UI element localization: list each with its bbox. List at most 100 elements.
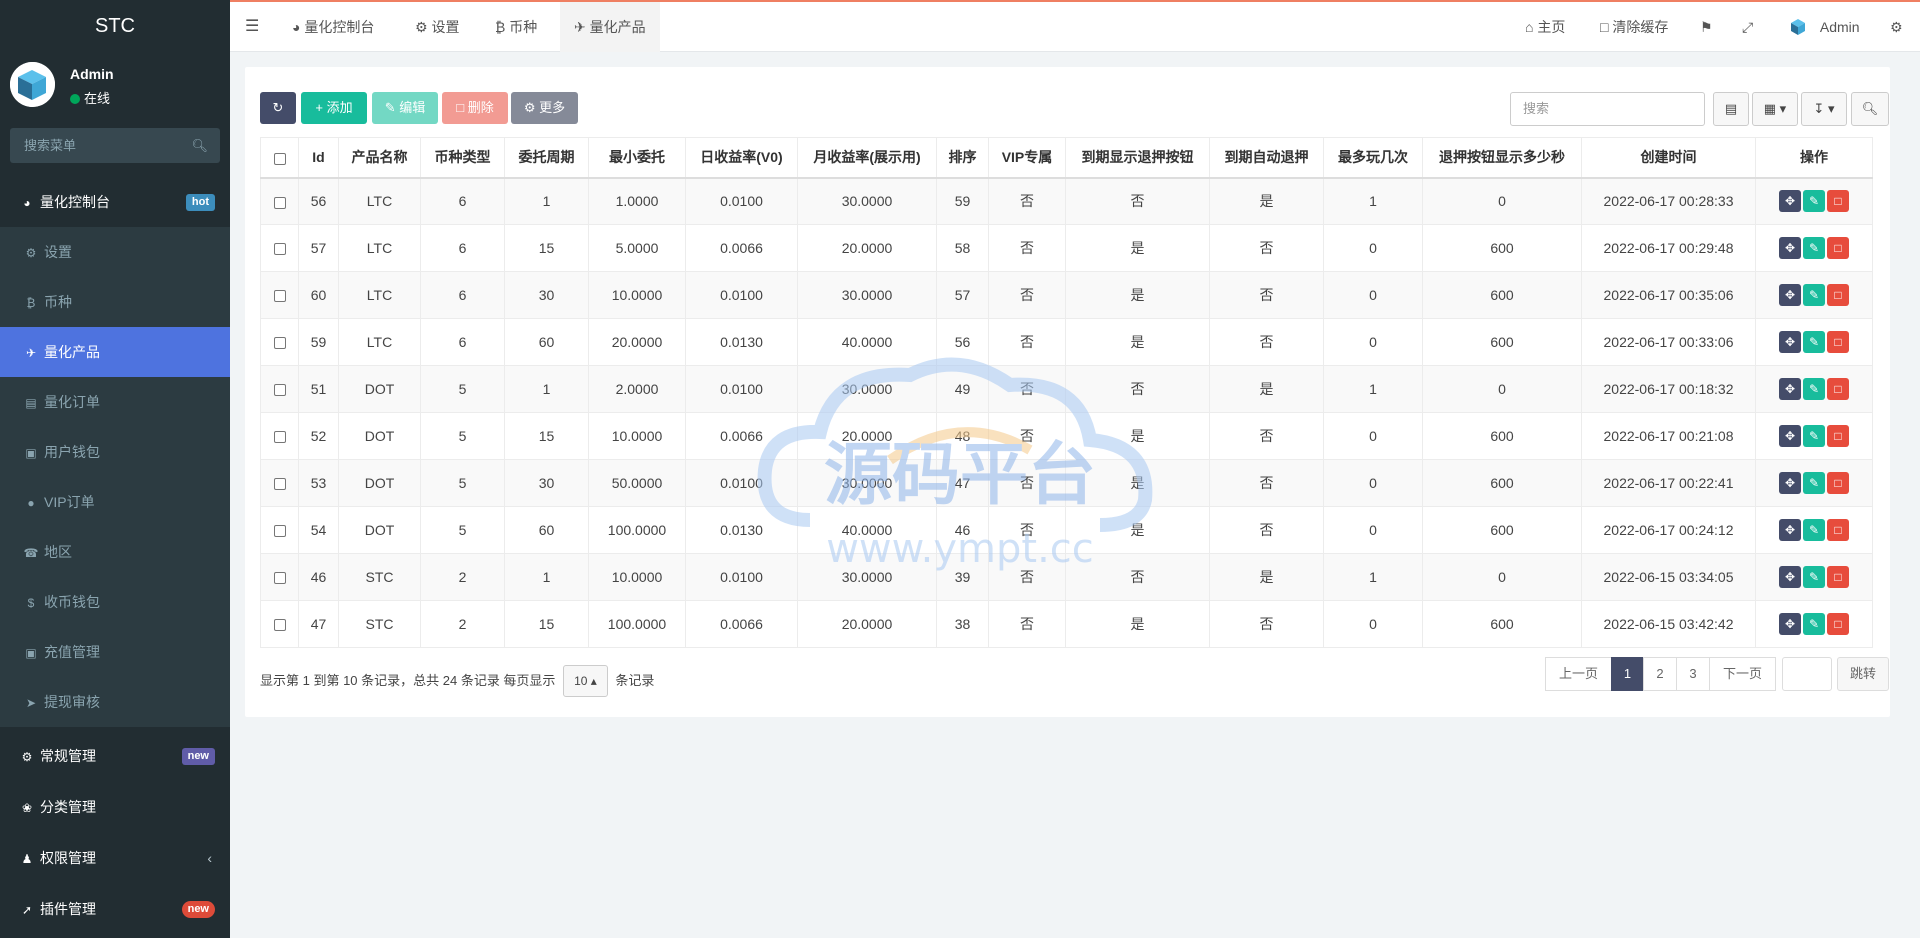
table-row[interactable]: 60 LTC 6 30 10.0000 0.0100 30.0000 57 否是否 0 600 202… bbox=[260, 271, 1873, 319]
delete-trash-icon[interactable]: □ bbox=[1827, 237, 1849, 259]
settings-cogs-icon[interactable]: ⚙ bbox=[1890, 2, 1903, 52]
page-size-select[interactable]: 10 ▴ bbox=[563, 665, 608, 697]
col-created-at[interactable]: 创建时间 bbox=[1581, 137, 1756, 179]
drag-move-icon[interactable]: ✥ bbox=[1779, 237, 1801, 259]
next-page-button[interactable]: 下一页 bbox=[1709, 657, 1776, 691]
app-logo[interactable]: STC bbox=[0, 0, 230, 50]
delete-trash-icon[interactable]: □ bbox=[1827, 613, 1849, 635]
edit-pencil-icon[interactable]: ✎ bbox=[1803, 331, 1825, 353]
row-checkbox-cell[interactable] bbox=[260, 271, 299, 319]
sidebar-item-quant-products[interactable]: ✈ 量化产品 bbox=[0, 327, 230, 377]
drag-move-icon[interactable]: ✥ bbox=[1779, 566, 1801, 588]
col-vip[interactable]: VIP专属 bbox=[988, 137, 1066, 179]
row-checkbox-cell[interactable] bbox=[260, 365, 299, 413]
sidebar-item-currency[interactable]: ₿ 币种 bbox=[0, 277, 230, 327]
col-auto-refund[interactable]: 到期自动退押 bbox=[1209, 137, 1324, 179]
menu-toggle-icon[interactable]: ☰ bbox=[245, 2, 259, 52]
edit-pencil-icon[interactable]: ✎ bbox=[1803, 237, 1825, 259]
page-2-button[interactable]: 2 bbox=[1643, 657, 1677, 691]
row-checkbox-cell[interactable] bbox=[260, 553, 299, 601]
tab-quant-products[interactable]: ✈ 量化产品 bbox=[560, 2, 660, 52]
clear-cache-button[interactable]: □ 清除缓存 bbox=[1600, 2, 1668, 52]
sidebar-item-plugins[interactable]: ➚ 插件管理 new bbox=[0, 884, 230, 934]
edit-pencil-icon[interactable]: ✎ bbox=[1803, 190, 1825, 213]
edit-pencil-icon[interactable]: ✎ bbox=[1803, 378, 1825, 400]
col-monthly-rate[interactable]: 月收益率(展示用) bbox=[797, 137, 937, 179]
select-all-checkbox[interactable] bbox=[273, 152, 286, 165]
prev-page-button[interactable]: 上一页 bbox=[1545, 657, 1612, 691]
delete-trash-icon[interactable]: □ bbox=[1827, 566, 1849, 588]
jump-button[interactable]: 跳转 bbox=[1837, 657, 1889, 691]
row-checkbox[interactable] bbox=[273, 384, 286, 397]
delete-trash-icon[interactable]: □ bbox=[1827, 425, 1849, 447]
drag-move-icon[interactable]: ✥ bbox=[1779, 331, 1801, 353]
delete-trash-icon[interactable]: □ bbox=[1827, 472, 1849, 494]
col-product-name[interactable]: 产品名称 bbox=[338, 137, 421, 179]
col-id[interactable]: Id bbox=[298, 137, 339, 179]
tab-currency[interactable]: ₿ 币种 bbox=[483, 2, 549, 52]
jump-page-input[interactable] bbox=[1782, 657, 1832, 691]
sidebar-item-permissions[interactable]: ♟ 权限管理 ‹ bbox=[0, 833, 230, 883]
fullscreen-icon[interactable]: ⤢ bbox=[1742, 2, 1753, 52]
table-row[interactable]: 51 DOT 5 1 2.0000 0.0100 30.0000 49 否否是 1 0 2022-06… bbox=[260, 365, 1873, 413]
sidebar-item-general[interactable]: ⚙ 常规管理 new bbox=[0, 731, 230, 781]
row-checkbox[interactable] bbox=[273, 337, 286, 350]
table-row[interactable]: 56 LTC 6 1 1.0000 0.0100 30.0000 59 否否是 1 0 2022-06… bbox=[260, 177, 1873, 225]
edit-pencil-icon[interactable]: ✎ bbox=[1803, 566, 1825, 588]
table-row[interactable]: 54 DOT 5 60 100.0000 0.0130 40.0000 46 否是否 0 600 20… bbox=[260, 506, 1873, 554]
page-1-button[interactable]: 1 bbox=[1611, 657, 1644, 691]
delete-trash-icon[interactable]: □ bbox=[1827, 378, 1849, 400]
user-menu[interactable]: Admin bbox=[1788, 2, 1860, 52]
toggle-view-button[interactable]: ▤ bbox=[1713, 92, 1749, 126]
sidebar-item-receive-wallet[interactable]: $ 收币钱包 bbox=[0, 577, 230, 627]
delete-button[interactable]: □ 删除 bbox=[442, 92, 508, 124]
row-checkbox[interactable] bbox=[273, 572, 286, 585]
sidebar-item-dashboard[interactable]: ◕ 量化控制台 hot bbox=[0, 177, 230, 227]
edit-pencil-icon[interactable]: ✎ bbox=[1803, 519, 1825, 541]
col-show-refund[interactable]: 到期显示退押按钮 bbox=[1065, 137, 1210, 179]
drag-move-icon[interactable]: ✥ bbox=[1779, 519, 1801, 541]
col-min-amount[interactable]: 最小委托 bbox=[588, 137, 686, 179]
sidebar-item-quant-orders[interactable]: ▤ 量化订单 bbox=[0, 377, 230, 427]
col-refund-seconds[interactable]: 退押按钮显示多少秒 bbox=[1422, 137, 1582, 179]
export-button[interactable]: ↧ ▾ bbox=[1801, 92, 1847, 126]
row-checkbox-cell[interactable] bbox=[260, 459, 299, 507]
home-link[interactable]: ⌂ 主页 bbox=[1525, 2, 1565, 52]
table-row[interactable]: 47 STC 2 15 100.0000 0.0066 20.0000 38 否是否 0 600 20… bbox=[260, 600, 1873, 648]
edit-pencil-icon[interactable]: ✎ bbox=[1803, 425, 1825, 447]
table-row[interactable]: 53 DOT 5 30 50.0000 0.0100 30.0000 47 否是否 0 600 202… bbox=[260, 459, 1873, 507]
select-all-checkbox-cell[interactable] bbox=[260, 137, 299, 179]
row-checkbox[interactable] bbox=[273, 290, 286, 303]
delete-trash-icon[interactable]: □ bbox=[1827, 190, 1849, 213]
add-button[interactable]: + 添加 bbox=[301, 92, 367, 124]
edit-pencil-icon[interactable]: ✎ bbox=[1803, 613, 1825, 635]
sidebar-item-settings[interactable]: ⚙ 设置 bbox=[0, 227, 230, 277]
drag-move-icon[interactable]: ✥ bbox=[1779, 284, 1801, 306]
edit-button[interactable]: ✎ 编辑 bbox=[372, 92, 438, 124]
col-period[interactable]: 委托周期 bbox=[504, 137, 589, 179]
row-checkbox[interactable] bbox=[273, 196, 286, 209]
sidebar-item-category[interactable]: ❀ 分类管理 bbox=[0, 782, 230, 832]
col-daily-rate[interactable]: 日收益率(V0) bbox=[685, 137, 798, 179]
delete-trash-icon[interactable]: □ bbox=[1827, 519, 1849, 541]
col-currency-type[interactable]: 币种类型 bbox=[420, 137, 505, 179]
drag-move-icon[interactable]: ✥ bbox=[1779, 613, 1801, 635]
row-checkbox[interactable] bbox=[273, 478, 286, 491]
search-input[interactable]: 搜索 bbox=[1510, 92, 1705, 126]
sidebar-item-region[interactable]: ☎ 地区 bbox=[0, 527, 230, 577]
table-row[interactable]: 46 STC 2 1 10.0000 0.0100 30.0000 39 否否是 1 0 2022-0… bbox=[260, 553, 1873, 601]
row-checkbox[interactable] bbox=[273, 431, 286, 444]
row-checkbox[interactable] bbox=[273, 243, 286, 256]
delete-trash-icon[interactable]: □ bbox=[1827, 284, 1849, 306]
table-row[interactable]: 52 DOT 5 15 10.0000 0.0066 20.0000 48 否是否 0 600 202… bbox=[260, 412, 1873, 460]
sidebar-item-withdraw-review[interactable]: ➤ 提现审核 bbox=[0, 677, 230, 727]
page-3-button[interactable]: 3 bbox=[1676, 657, 1710, 691]
tab-quant-dashboard[interactable]: ◕ 量化控制台 bbox=[280, 2, 386, 52]
drag-move-icon[interactable]: ✥ bbox=[1779, 472, 1801, 494]
tab-settings[interactable]: ⚙ 设置 bbox=[403, 2, 471, 52]
sidebar-item-recharge[interactable]: ▣ 充值管理 bbox=[0, 627, 230, 677]
row-checkbox[interactable] bbox=[273, 619, 286, 632]
row-checkbox-cell[interactable] bbox=[260, 506, 299, 554]
sidebar-search-input[interactable]: 搜索菜单 🔍︎ bbox=[10, 128, 220, 163]
table-row[interactable]: 57 LTC 6 15 5.0000 0.0066 20.0000 58 否是否 0 600 2022… bbox=[260, 224, 1873, 272]
